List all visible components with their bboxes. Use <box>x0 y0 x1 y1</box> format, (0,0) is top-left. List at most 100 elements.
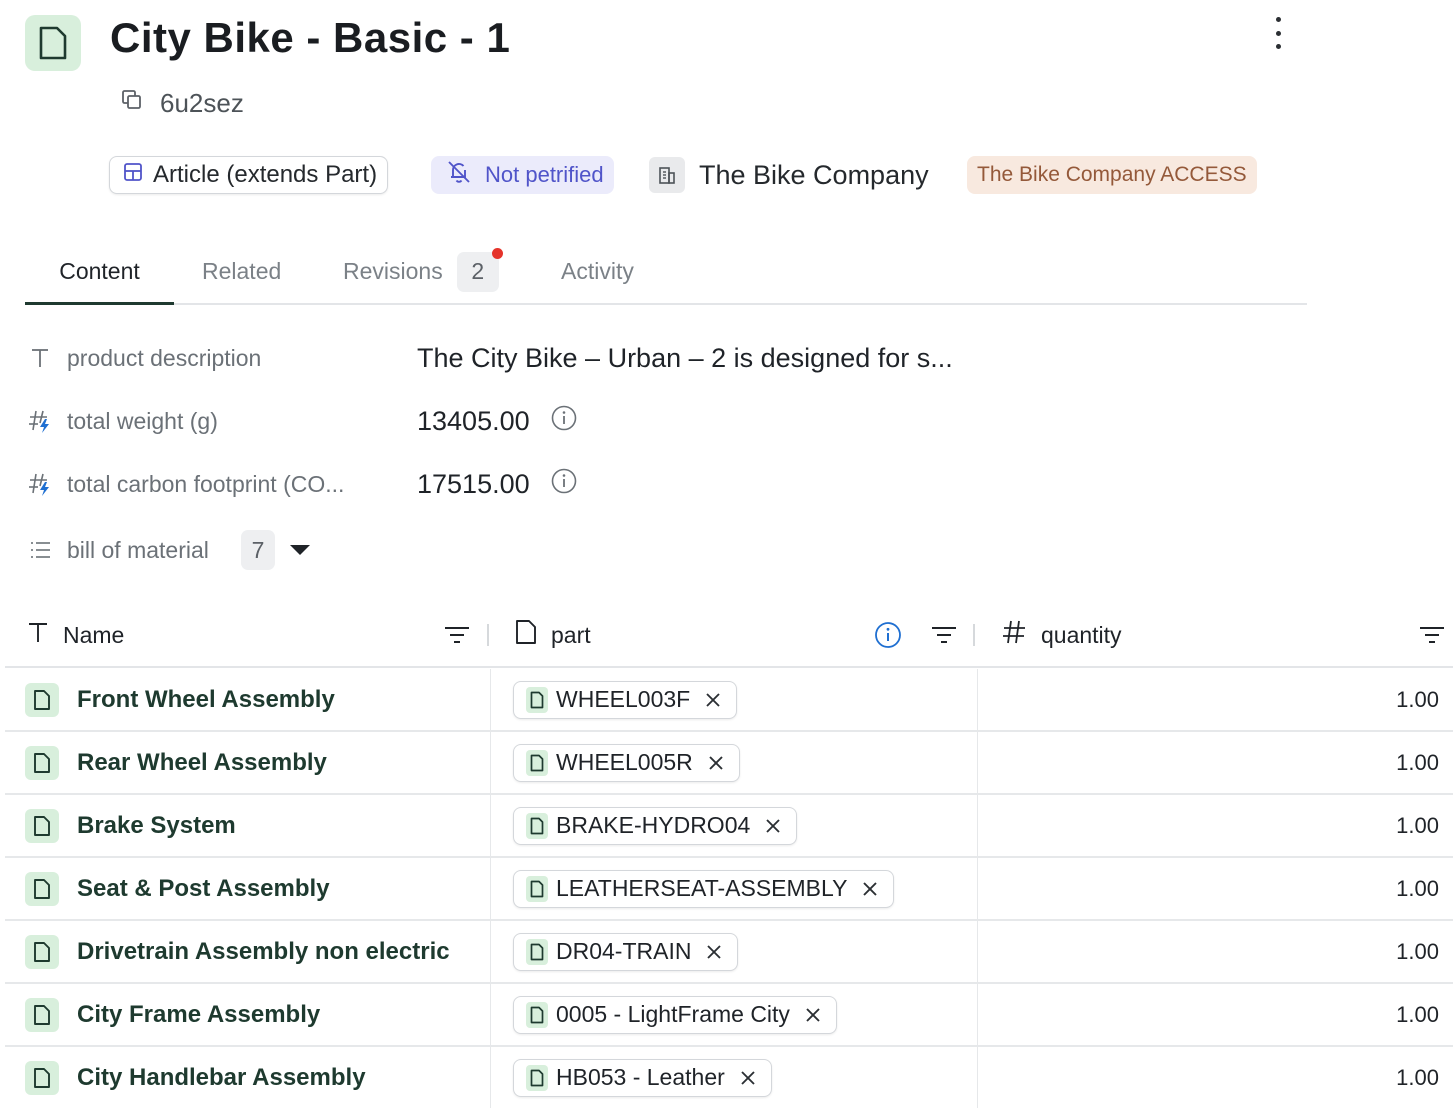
part-chip[interactable]: LEATHERSEAT-ASSEMBLY <box>513 869 895 908</box>
part-cell: HB053 - Leather <box>491 1047 978 1108</box>
table-row[interactable]: City Handlebar Assembly HB053 - Leather 1.… <box>5 1047 1453 1108</box>
document-icon <box>25 1060 59 1095</box>
tab-activity[interactable]: Activity <box>561 240 634 303</box>
document-icon <box>25 808 59 843</box>
quantity-value: 1.00 <box>1396 749 1439 775</box>
part-chip-label[interactable]: BRAKE-HYDRO04 <box>556 812 750 839</box>
part-chip[interactable]: DR04-TRAIN <box>513 932 739 971</box>
remove-icon[interactable] <box>737 1067 759 1089</box>
part-chip[interactable]: WHEEL005R <box>513 743 740 782</box>
filter-icon[interactable] <box>444 623 470 647</box>
page-title: City Bike - Basic - 1 <box>110 14 511 61</box>
part-chip[interactable]: 0005 - LightFrame City <box>513 995 837 1034</box>
remove-icon[interactable] <box>762 815 784 837</box>
table-row[interactable]: Drivetrain Assembly non electric DR04-TRA… <box>5 921 1453 984</box>
quantity-cell[interactable]: 1.00 <box>978 732 1453 793</box>
tab-activity-label: Activity <box>561 258 634 284</box>
property-value: 17515.00 <box>417 467 578 502</box>
row-name-link[interactable]: Drivetrain Assembly non electric <box>77 938 450 966</box>
list-icon <box>25 535 55 565</box>
document-icon <box>25 934 59 969</box>
column-header-part[interactable]: part <box>515 604 591 666</box>
row-name-link[interactable]: Front Wheel Assembly <box>77 686 335 714</box>
table-row[interactable]: Brake System BRAKE-HYDRO04 1.00 <box>5 795 1453 858</box>
quantity-cell[interactable]: 1.00 <box>978 921 1453 982</box>
part-cell: WHEEL003F <box>491 669 978 730</box>
layout-icon <box>122 161 144 190</box>
property-value[interactable]: The City Bike – Urban – 2 is designed fo… <box>417 343 953 374</box>
remove-icon[interactable] <box>702 689 724 711</box>
table-row[interactable]: City Frame Assembly 0005 - LightFrame Cit… <box>5 984 1453 1047</box>
column-header-name[interactable]: Name <box>27 604 124 666</box>
table-row[interactable]: Front Wheel Assembly WHEEL003F 1.00 <box>5 669 1453 732</box>
access-badge[interactable]: The Bike Company ACCESS <box>967 156 1257 194</box>
caret-down-icon[interactable] <box>288 538 312 562</box>
part-chip-label[interactable]: HB053 - Leather <box>556 1064 725 1091</box>
quantity-cell[interactable]: 1.00 <box>978 984 1453 1045</box>
part-chip-label[interactable]: LEATHERSEAT-ASSEMBLY <box>556 875 847 902</box>
part-cell: 0005 - LightFrame City <box>491 984 978 1045</box>
row-name-link[interactable]: City Handlebar Assembly <box>77 1064 366 1092</box>
part-chip[interactable]: HB053 - Leather <box>513 1058 772 1097</box>
tab-content-label: Content <box>59 257 140 284</box>
info-icon[interactable] <box>874 621 902 649</box>
filter-icon[interactable] <box>931 623 957 647</box>
part-chip[interactable]: BRAKE-HYDRO04 <box>513 806 798 845</box>
document-icon <box>25 997 59 1032</box>
row-name-link[interactable]: Rear Wheel Assembly <box>77 749 327 777</box>
row-name-link[interactable]: City Frame Assembly <box>77 1001 320 1029</box>
part-cell: BRAKE-HYDRO04 <box>491 795 978 856</box>
property-label: total carbon footprint (CO... <box>67 470 345 497</box>
remove-icon[interactable] <box>802 1004 824 1026</box>
info-icon[interactable] <box>550 404 578 439</box>
column-divider[interactable] <box>973 624 975 646</box>
tab-content[interactable]: Content <box>25 240 174 305</box>
quantity-value: 1.00 <box>1396 875 1439 901</box>
part-chip-label[interactable]: 0005 - LightFrame City <box>556 1001 790 1028</box>
part-chip-label[interactable]: WHEEL003F <box>556 686 690 713</box>
document-icon <box>526 875 548 902</box>
row-name-link[interactable]: Brake System <box>77 812 236 840</box>
tab-revisions[interactable]: Revisions 2 <box>343 240 503 303</box>
quantity-cell[interactable]: 1.00 <box>978 1047 1453 1108</box>
property-label: product description <box>67 344 262 371</box>
name-cell: City Handlebar Assembly <box>5 1047 491 1108</box>
company-link[interactable]: The Bike Company <box>649 156 929 194</box>
document-icon <box>526 812 548 839</box>
property-label: bill of material <box>67 536 209 563</box>
tab-related[interactable]: Related <box>202 240 281 303</box>
column-part-label: part <box>551 621 591 648</box>
quantity-value: 1.00 <box>1396 686 1439 712</box>
part-chip[interactable]: WHEEL003F <box>513 680 738 719</box>
part-chip-label[interactable]: WHEEL005R <box>556 749 693 776</box>
more-options-icon[interactable] <box>1266 14 1290 52</box>
filter-icon[interactable] <box>1419 623 1445 647</box>
table-row[interactable]: Seat & Post Assembly LEATHERSEAT-ASSEMBLY… <box>5 858 1453 921</box>
remove-icon[interactable] <box>705 752 727 774</box>
part-cell: LEATHERSEAT-ASSEMBLY <box>491 858 978 919</box>
name-cell: Brake System <box>5 795 491 856</box>
part-chip-label[interactable]: DR04-TRAIN <box>556 938 691 965</box>
document-icon <box>526 1064 548 1091</box>
table-row[interactable]: Rear Wheel Assembly WHEEL005R 1.00 <box>5 732 1453 795</box>
property-total-weight: total weight (g) 13405.00 <box>25 400 576 442</box>
petrified-status-badge[interactable]: Not petrified <box>431 156 614 194</box>
quantity-value: 1.00 <box>1396 1001 1439 1027</box>
quantity-cell[interactable]: 1.00 <box>978 858 1453 919</box>
quantity-cell[interactable]: 1.00 <box>978 795 1453 856</box>
type-chip[interactable]: Article (extends Part) <box>109 156 389 194</box>
record-type-icon <box>25 15 81 71</box>
document-icon <box>25 871 59 906</box>
quantity-cell[interactable]: 1.00 <box>978 669 1453 730</box>
column-divider[interactable] <box>487 624 489 646</box>
document-icon <box>526 1001 548 1028</box>
copy-icon[interactable] <box>120 88 144 119</box>
info-icon[interactable] <box>550 467 578 502</box>
document-icon <box>526 686 548 713</box>
column-header-quantity[interactable]: quantity <box>1001 604 1122 666</box>
remove-icon[interactable] <box>859 878 881 900</box>
row-name-link[interactable]: Seat & Post Assembly <box>77 875 330 903</box>
name-cell: Rear Wheel Assembly <box>5 732 491 793</box>
record-id[interactable]: 6u2sez <box>120 88 244 119</box>
remove-icon[interactable] <box>703 941 725 963</box>
